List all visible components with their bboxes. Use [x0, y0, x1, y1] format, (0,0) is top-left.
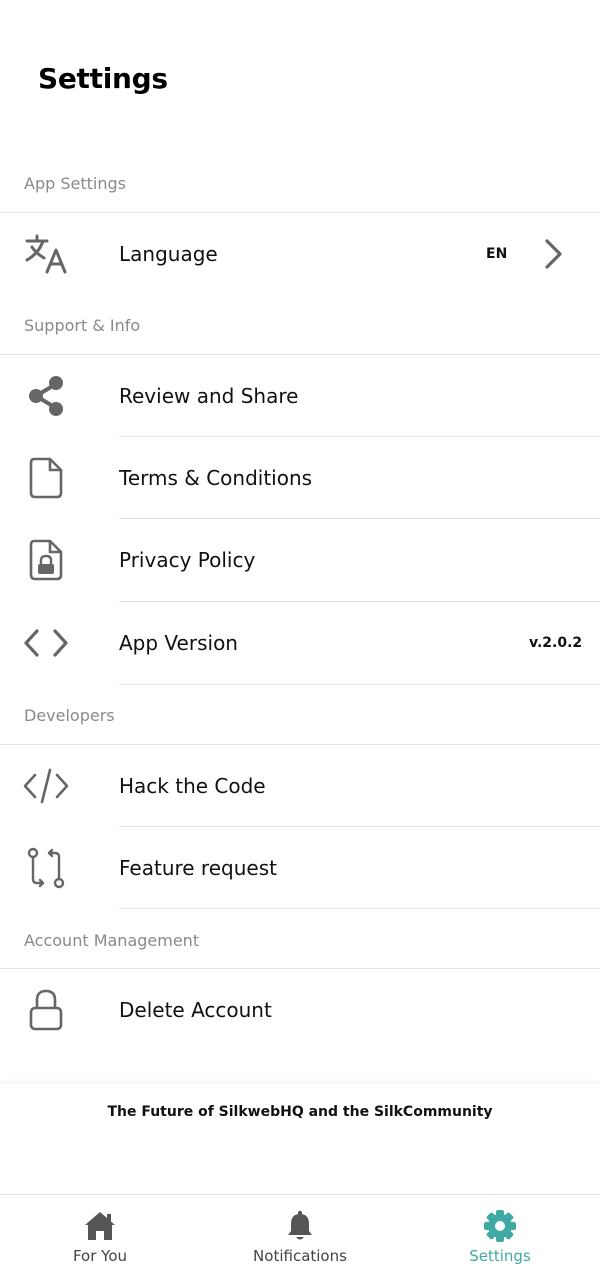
section-header-account-management: Account Management: [24, 931, 200, 950]
home-icon: [82, 1209, 118, 1243]
code-brackets-icon: [22, 621, 70, 665]
delete-account-label: Delete Account: [119, 998, 272, 1022]
hack-code-label: Hack the Code: [119, 774, 266, 798]
document-icon: [22, 456, 70, 500]
section-header-support-info: Support & Info: [24, 316, 141, 335]
bell-icon: [282, 1209, 318, 1243]
delete-account-row[interactable]: Delete Account: [0, 970, 600, 1050]
bottom-nav: For You Notifications Settings: [0, 1194, 600, 1281]
divider: [119, 436, 600, 437]
translate-icon: [22, 232, 70, 276]
divider: [119, 826, 600, 827]
app-version-label: App Version: [119, 631, 238, 655]
nav-item-notifications[interactable]: Notifications: [200, 1195, 400, 1281]
divider: [0, 744, 600, 745]
lock-icon: [22, 988, 70, 1032]
app-version-row[interactable]: App Version v.2.0.2: [0, 603, 600, 683]
nav-label-for-you: For You: [72, 1247, 128, 1265]
section-header-app-settings: App Settings: [24, 174, 126, 193]
review-share-row[interactable]: Review and Share: [0, 356, 600, 436]
chevron-right-icon: [540, 238, 566, 270]
lock-document-icon: [22, 538, 70, 582]
nav-label-notifications: Notifications: [253, 1247, 347, 1265]
divider: [0, 212, 600, 213]
feature-request-row[interactable]: Feature request: [0, 828, 600, 908]
footer-text: The Future of SilkwebHQ and the SilkComm…: [107, 1104, 493, 1120]
nav-item-settings[interactable]: Settings: [400, 1195, 600, 1281]
divider: [0, 968, 600, 969]
page-title: Settings: [38, 62, 168, 95]
language-row[interactable]: Language EN: [0, 214, 600, 294]
code-slash-icon: [22, 764, 70, 808]
language-value: EN: [486, 246, 508, 262]
section-header-developers: Developers: [24, 706, 115, 725]
footer-band: [0, 1084, 600, 1194]
gear-icon: [482, 1209, 518, 1243]
review-share-label: Review and Share: [119, 384, 299, 408]
divider: [119, 601, 600, 602]
nav-label-settings: Settings: [469, 1247, 531, 1265]
terms-label: Terms & Conditions: [119, 466, 313, 490]
app-version-value: v.2.0.2: [529, 635, 583, 651]
divider: [119, 908, 600, 909]
terms-row[interactable]: Terms & Conditions: [0, 438, 600, 518]
nav-item-for-you[interactable]: For You: [0, 1195, 200, 1281]
pull-request-icon: [22, 846, 70, 890]
divider: [119, 684, 600, 685]
share-icon: [22, 374, 70, 418]
divider: [0, 354, 600, 355]
hack-code-row[interactable]: Hack the Code: [0, 746, 600, 826]
divider: [119, 518, 600, 519]
feature-request-label: Feature request: [119, 856, 277, 880]
privacy-label: Privacy Policy: [119, 548, 256, 572]
language-label: Language: [119, 242, 218, 266]
privacy-row[interactable]: Privacy Policy: [0, 520, 600, 600]
